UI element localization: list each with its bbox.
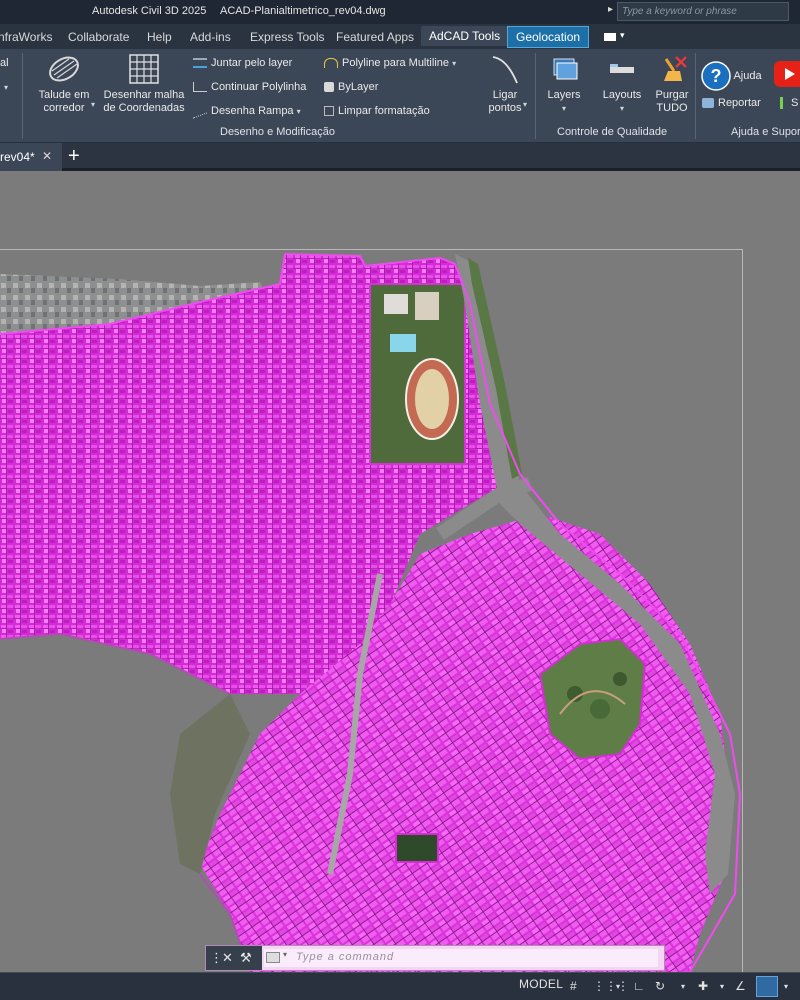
layers-button[interactable]: Layers ▾ [542, 53, 586, 115]
multiline-icon [324, 58, 338, 69]
layouts-label: Layouts [602, 89, 642, 101]
ribbon-panel: al ▾ Talude em corredor ▾ Desenhar malha… [0, 49, 800, 143]
sports-complex [369, 283, 466, 465]
status-more-dropdown-icon[interactable]: ▾ [784, 982, 788, 991]
talude-dropdown-icon[interactable]: ▾ [91, 98, 95, 110]
ribbon-divider [535, 53, 536, 139]
talude-icon [49, 56, 79, 82]
help-icon: ? [701, 61, 731, 91]
soccer-field [395, 833, 439, 863]
ramp-icon [193, 103, 207, 119]
command-dropdown-icon[interactable]: ▾ [283, 950, 287, 959]
title-bar: Autodesk Civil 3D 2025 ACAD-Planialtimet… [0, 0, 800, 24]
tab-add-ins[interactable]: Add-ins [190, 30, 231, 44]
join-icon [193, 58, 207, 69]
document-title: ACAD-Planialtimetrico_rev04.dwg [220, 5, 386, 17]
help-search-input[interactable]: Type a keyword or phrase [617, 2, 789, 21]
polar-dropdown-icon[interactable]: ▾ [681, 982, 685, 991]
purgar-label: Purgar TUDO [655, 89, 689, 114]
support-extra-button[interactable]: S [780, 97, 798, 110]
report-icon [702, 98, 714, 109]
dynamic-ucs-icon[interactable]: ∠ [735, 979, 746, 993]
tab-help[interactable]: Help [147, 30, 172, 44]
ribbon-tab-bar: nfraWorks Collaborate Help Add-ins Expre… [0, 24, 800, 49]
polar-tracking-icon[interactable]: ↻ [655, 979, 665, 993]
desenhar-malha-button[interactable]: Desenhar malha de Coordenadas [100, 53, 188, 115]
close-command-icon[interactable]: ✕ [222, 950, 233, 966]
autocad-window: Autodesk Civil 3D 2025 ACAD-Planialtimet… [0, 0, 800, 1000]
group-controle-qualidade: Controle de Qualidade [557, 126, 668, 138]
layers-icon [553, 58, 578, 80]
clear-format-icon [324, 106, 334, 117]
file-tab-bar: rev04* ✕ + [0, 143, 800, 171]
talude-label: Talude em corredor [38, 89, 90, 114]
ortho-mode-icon[interactable]: ∟ [633, 979, 645, 993]
tab-featured-apps[interactable]: Featured Apps [336, 30, 414, 44]
ligar-pontos-button[interactable]: Ligar pontos [482, 53, 528, 115]
osnap-dropdown-icon[interactable]: ▾ [720, 982, 724, 991]
new-tab-icon[interactable]: + [68, 145, 80, 168]
group-desenho-modificacao: Desenho e Modificação [220, 126, 335, 138]
dropdown-icon[interactable]: ▾ [4, 81, 8, 93]
broom-icon [664, 56, 687, 81]
ajuda-button[interactable]: ? Ajuda [701, 61, 762, 91]
command-input[interactable]: Type a command [296, 951, 394, 963]
layouts-button[interactable]: Layouts ▾ [598, 53, 646, 115]
tab-express-tools[interactable]: Express Tools [250, 30, 324, 44]
group-ajuda-suporte: Ajuda e Supor [731, 126, 800, 138]
layouts-icon [610, 64, 634, 73]
malha-label: Desenhar malha de Coordenadas [103, 89, 185, 114]
desenha-rampa-button[interactable]: Desenha Rampa ▾ [193, 103, 301, 119]
command-line: ⋮ ✕ ⚒ ▾ Type a command [205, 945, 665, 971]
layers-label: Layers [547, 89, 581, 101]
limpar-formatacao-button[interactable]: Limpar formatação [324, 105, 430, 117]
polyline-icon [193, 82, 207, 93]
polyline-para-multiline-button[interactable]: Polyline para Multiline ▾ [324, 57, 456, 69]
tab-collaborate[interactable]: Collaborate [68, 30, 129, 44]
close-tab-icon[interactable]: ✕ [42, 149, 52, 163]
grid-icon [129, 54, 159, 84]
file-tab-active[interactable]: rev04* ✕ [0, 143, 62, 171]
search-arrow-icon[interactable]: ▸ [608, 4, 613, 15]
youtube-icon[interactable] [774, 61, 800, 87]
talude-em-corredor-button[interactable]: Talude em corredor [32, 53, 96, 115]
tab-infraworks[interactable]: nfraWorks [0, 30, 52, 44]
grid-toggle-icon[interactable]: # [570, 979, 577, 993]
status-bar: MODEL # ⋮⋮⋮ ▾ ∟ ↻ ▾ ✚ ▾ ∠ ▾ [0, 972, 800, 1000]
command-line-tools: ⋮ ✕ ⚒ [206, 946, 262, 970]
tab-adcad-tools[interactable]: AdCAD Tools [421, 26, 509, 46]
workspace-switch-icon[interactable]: ▾ [604, 30, 630, 41]
play-icon [785, 68, 795, 80]
snap-dropdown-icon[interactable]: ▾ [616, 982, 620, 991]
command-history-icon[interactable] [266, 952, 280, 963]
svg-text:?: ? [711, 66, 722, 86]
bylayer-button[interactable]: ByLayer [324, 81, 378, 93]
app-name: Autodesk Civil 3D 2025 [92, 5, 207, 17]
bylayer-icon [324, 82, 334, 93]
object-snap-icon[interactable]: ✚ [698, 979, 708, 993]
customize-wrench-icon[interactable]: ⚒ [240, 950, 252, 966]
ribbon-divider [695, 53, 696, 139]
cut-off-label: al [0, 57, 9, 69]
purgar-tudo-button[interactable]: Purgar TUDO [650, 53, 694, 115]
file-tab-label: rev04* [0, 150, 35, 164]
drawing-canvas[interactable] [0, 174, 800, 972]
curve-icon [492, 56, 518, 84]
ligar-dropdown-icon[interactable]: ▾ [523, 98, 527, 110]
model-space-toggle[interactable]: MODEL [519, 977, 563, 991]
ligar-label: Ligar pontos [488, 89, 522, 114]
continuar-polylinha-button[interactable]: Continuar Polylinha [193, 81, 306, 93]
selection-cycling-icon[interactable] [756, 976, 778, 997]
orthophoto-map [0, 252, 742, 972]
tab-geolocation[interactable]: Geolocation [507, 26, 590, 48]
ribbon-divider [22, 53, 23, 139]
juntar-pelo-layer-button[interactable]: Juntar pelo layer [193, 57, 292, 69]
snap-mode-icon[interactable]: ⋮⋮⋮ [593, 979, 629, 993]
reportar-button[interactable]: Reportar [702, 97, 761, 109]
